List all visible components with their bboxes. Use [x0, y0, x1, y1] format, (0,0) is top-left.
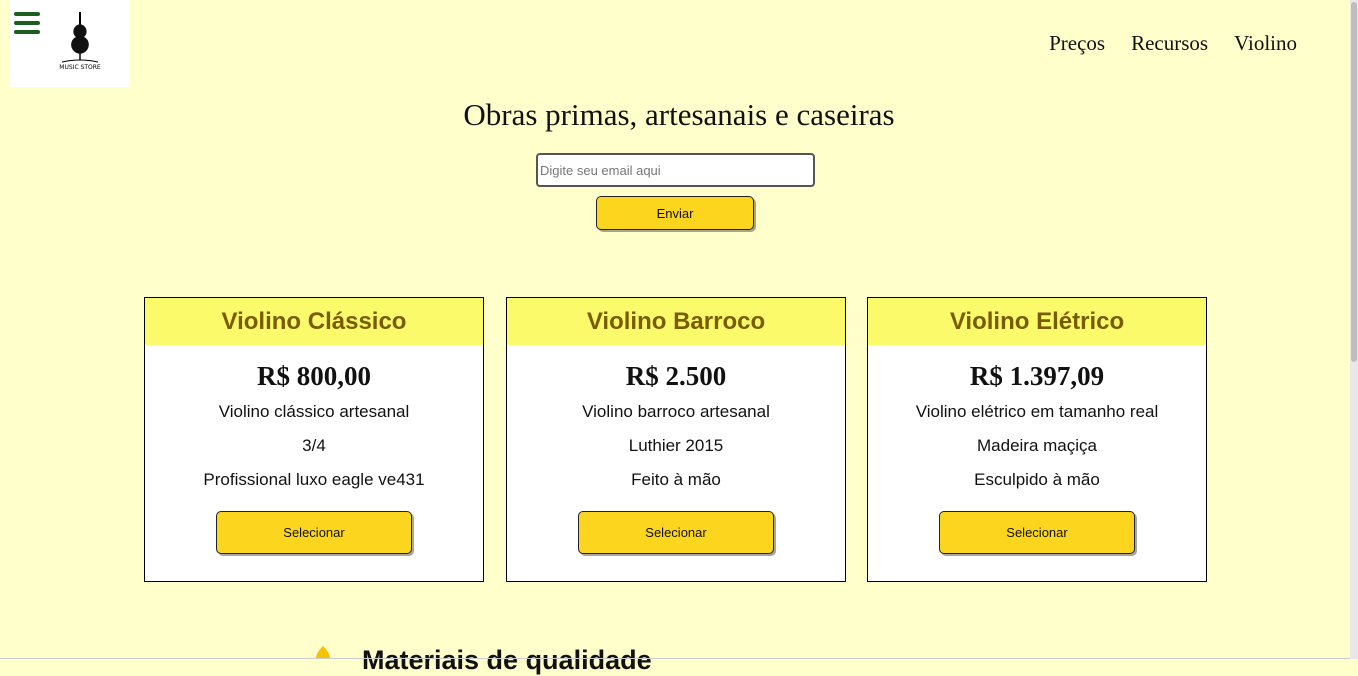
card-title: Violino Clássico — [145, 298, 483, 345]
card-feature: Esculpido à mão — [974, 470, 1100, 489]
hamburger-icon[interactable] — [14, 12, 40, 34]
card-feature: Luthier 2015 — [628, 436, 724, 455]
card-feature: 3/4 — [302, 436, 326, 455]
product-card-barroco: Violino Barroco R$ 2.500 Violino barroco… — [506, 297, 846, 582]
card-feature: Madeira maçiça — [977, 436, 1097, 455]
product-card-classico: Violino Clássico R$ 800,00 Violino cláss… — [144, 297, 484, 582]
hamburger-line — [14, 21, 40, 25]
card-feature: Feito à mão — [631, 470, 721, 489]
card-feature: Profissional luxo eagle ve431 — [203, 470, 425, 489]
section-heading: Materiais de qualidade — [362, 645, 652, 675]
card-feature: Violino clássico artesanal — [218, 402, 410, 421]
cello-logo-icon: MUSIC STORE — [59, 12, 101, 71]
email-input[interactable] — [536, 153, 815, 187]
card-title: Violino Elétrico — [868, 298, 1206, 345]
card-feature: Violino elétrico em tamanho real — [915, 402, 1159, 421]
card-feature: Violino barroco artesanal — [582, 402, 770, 421]
submit-button[interactable]: Enviar — [596, 196, 754, 230]
card-price: R$ 2.500 — [625, 361, 727, 391]
scrollbar-thumb[interactable] — [1351, 2, 1357, 362]
nav-link-violino[interactable]: Violino — [1234, 31, 1297, 56]
select-button[interactable]: Selecionar — [939, 511, 1135, 554]
card-title: Violino Barroco — [507, 298, 845, 345]
nav-link-recursos[interactable]: Recursos — [1131, 31, 1208, 56]
hamburger-line — [14, 12, 40, 16]
top-nav: Preços Recursos Violino — [1049, 31, 1297, 56]
hero-title: Obras primas, artesanais e caseiras — [463, 97, 895, 132]
product-card-eletrico: Violino Elétrico R$ 1.397,09 Violino elé… — [867, 297, 1207, 582]
select-button[interactable]: Selecionar — [578, 511, 774, 554]
hamburger-line — [14, 30, 40, 34]
logo-text: MUSIC STORE — [59, 64, 101, 71]
select-button[interactable]: Selecionar — [216, 511, 412, 554]
card-price: R$ 800,00 — [257, 361, 371, 391]
card-price: R$ 1.397,09 — [969, 361, 1105, 391]
nav-link-precos[interactable]: Preços — [1049, 31, 1105, 56]
scrollbar[interactable] — [1350, 0, 1358, 659]
